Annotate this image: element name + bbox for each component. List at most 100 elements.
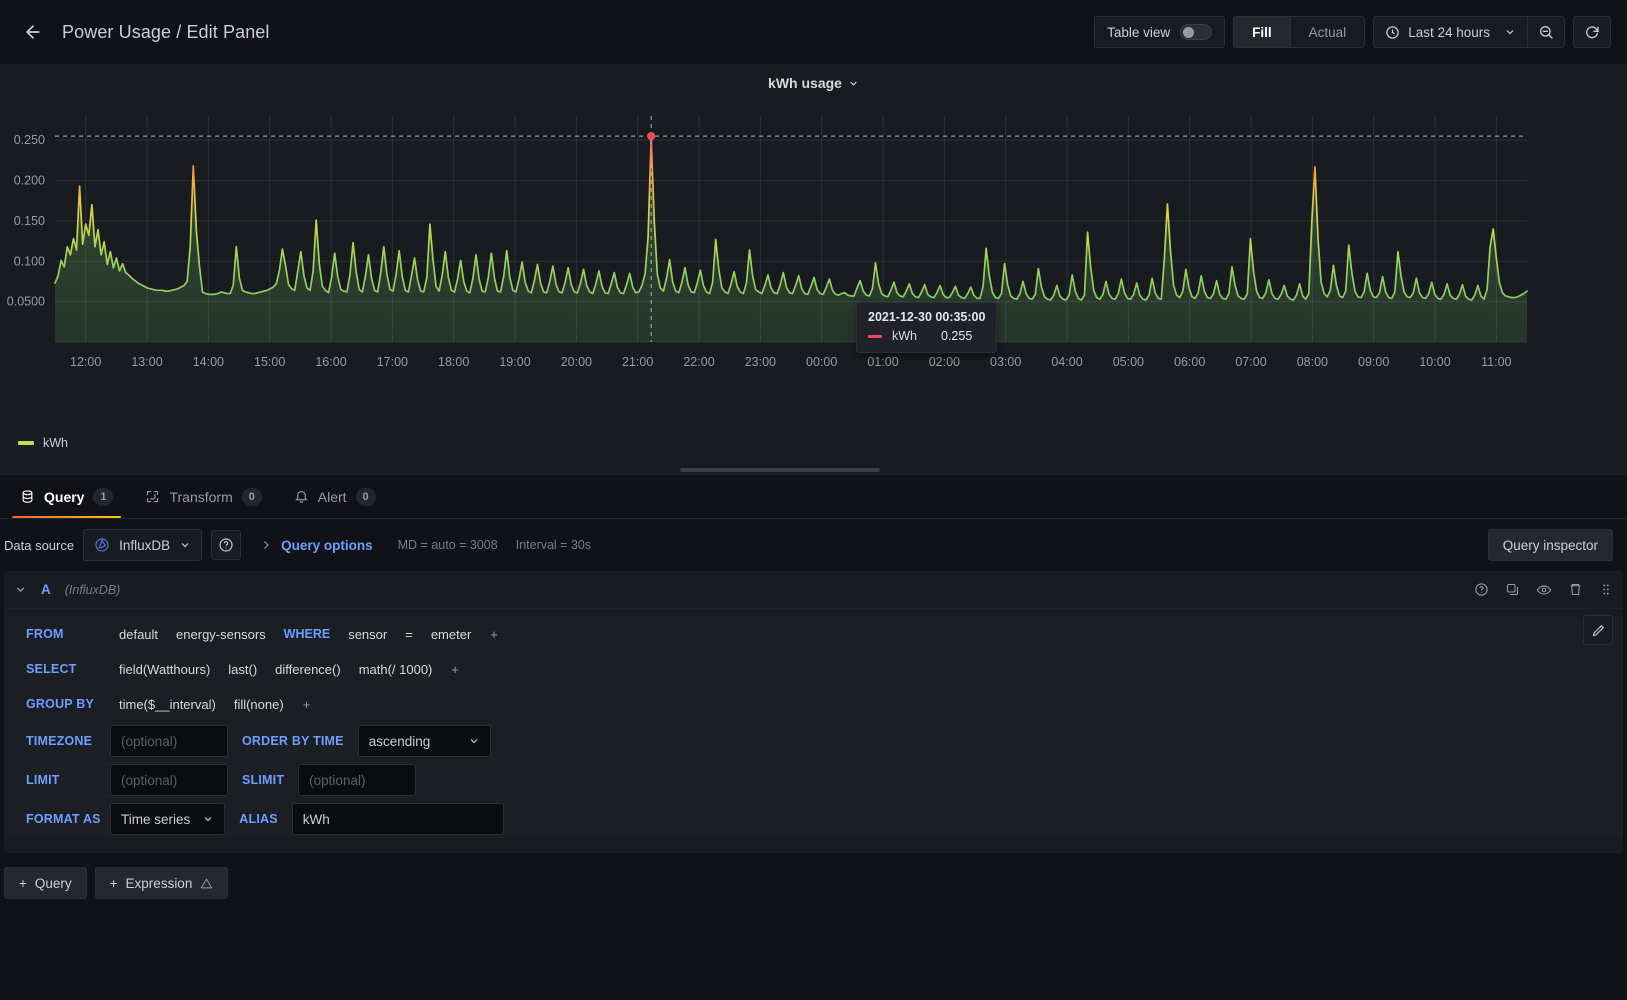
svg-text:08:00: 08:00 bbox=[1297, 355, 1328, 369]
svg-text:10:00: 10:00 bbox=[1419, 355, 1450, 369]
trash-icon[interactable] bbox=[1568, 582, 1583, 597]
timezone-input[interactable] bbox=[110, 725, 228, 757]
order-by-time-label: ORDER BY TIME bbox=[242, 734, 344, 748]
select-difference[interactable]: difference() bbox=[266, 653, 350, 685]
svg-text:03:00: 03:00 bbox=[990, 355, 1021, 369]
select-add-button[interactable]: + bbox=[441, 653, 469, 685]
query-editor-a: A (InfluxDB) FROM default energy-sensors… bbox=[4, 571, 1623, 853]
group-by-fill[interactable]: fill(none) bbox=[225, 688, 293, 720]
chevron-right-icon bbox=[264, 541, 269, 549]
svg-text:0.100: 0.100 bbox=[14, 254, 45, 268]
legend-series-label[interactable]: kWh bbox=[43, 436, 68, 450]
query-letter[interactable]: A bbox=[41, 582, 51, 597]
svg-text:15:00: 15:00 bbox=[254, 355, 285, 369]
chevron-down-icon[interactable] bbox=[14, 583, 27, 596]
add-expression-button[interactable]: + Expression bbox=[94, 867, 229, 899]
zoom-out-button[interactable] bbox=[1528, 17, 1564, 47]
query-header-actions bbox=[1474, 582, 1613, 598]
visualization-panel: kWh usage 0.250 0.200 0.150 0.100 0.0500 12:0… bbox=[0, 64, 1627, 475]
query-options-summary: MD = auto = 3008 Interval = 30s bbox=[398, 538, 591, 552]
datasource-row: Data source InfluxDB Query options MD = … bbox=[0, 519, 1627, 571]
format-as-select[interactable]: Time series bbox=[110, 803, 226, 835]
table-view-switch[interactable] bbox=[1180, 24, 1213, 40]
timeseries-chart[interactable]: 0.250 0.200 0.150 0.100 0.0500 12:00 13:00 14:0… bbox=[0, 102, 1627, 432]
arrow-left-icon bbox=[26, 25, 40, 39]
alias-input[interactable] bbox=[291, 803, 504, 835]
svg-text:04:00: 04:00 bbox=[1051, 355, 1082, 369]
edit-panel-page: Power Usage / Edit Panel Table view Fill… bbox=[0, 0, 1627, 1000]
group-by-segments: time($__interval) fill(none) + bbox=[110, 688, 1623, 720]
where-tag-value[interactable]: emeter bbox=[422, 618, 480, 650]
transform-icon bbox=[147, 490, 159, 503]
fill-option[interactable]: Fill bbox=[1234, 17, 1291, 47]
switch-knob bbox=[1183, 26, 1195, 38]
back-button[interactable] bbox=[16, 15, 50, 49]
where-add-button[interactable]: + bbox=[480, 618, 508, 650]
svg-text:21:00: 21:00 bbox=[622, 355, 653, 369]
time-range-picker[interactable]: Last 24 hours bbox=[1374, 17, 1528, 47]
limit-input[interactable] bbox=[110, 764, 228, 796]
order-by-time-select[interactable]: ascending bbox=[357, 725, 491, 757]
timezone-label: TIMEZONE bbox=[26, 734, 93, 748]
query-row-from: FROM default energy-sensors WHERE sensor… bbox=[4, 617, 1623, 651]
panel-title: kWh usage bbox=[768, 75, 842, 91]
zoom-out-icon bbox=[1540, 26, 1553, 39]
slimit-label: SLIMIT bbox=[242, 773, 285, 787]
slimit-input[interactable] bbox=[298, 764, 417, 796]
editor-tabs: Query 1 Transform 0 Alert 0 bbox=[0, 475, 1627, 519]
clock-icon bbox=[1386, 25, 1399, 39]
select-segments: field(Watthours) last() difference() mat… bbox=[110, 653, 1623, 685]
legend-color-swatch[interactable] bbox=[18, 441, 34, 445]
interval-text: Interval = 30s bbox=[515, 538, 592, 552]
add-query-button[interactable]: + Query bbox=[4, 867, 87, 899]
select-last[interactable]: last() bbox=[219, 653, 266, 685]
datasource-picker[interactable]: InfluxDB bbox=[83, 529, 203, 561]
chevron-down-icon bbox=[1506, 30, 1514, 35]
svg-text:17:00: 17:00 bbox=[377, 355, 408, 369]
tab-transform-badge: 0 bbox=[241, 487, 262, 506]
query-options-toggle[interactable]: Query options bbox=[260, 538, 373, 553]
tab-alert[interactable]: Alert 0 bbox=[278, 475, 392, 518]
from-measurement[interactable]: energy-sensors bbox=[167, 618, 275, 650]
where-operator[interactable]: = bbox=[396, 618, 422, 650]
format-segments: Time series ALIAS bbox=[110, 803, 1623, 835]
svg-text:11:00: 11:00 bbox=[1481, 355, 1511, 369]
eye-icon[interactable] bbox=[1536, 582, 1552, 598]
query-header: A (InfluxDB) bbox=[4, 571, 1623, 609]
warning-triangle-icon bbox=[201, 878, 213, 888]
time-range-label: Last 24 hours bbox=[1408, 24, 1490, 40]
table-view-toggle-group[interactable]: Table view bbox=[1094, 16, 1226, 48]
select-label: SELECT bbox=[26, 662, 77, 676]
duplicate-icon[interactable] bbox=[1505, 582, 1520, 597]
top-toolbar: Power Usage / Edit Panel Table view Fill… bbox=[0, 0, 1627, 64]
help-circle-icon[interactable] bbox=[1474, 582, 1489, 597]
chart-area[interactable]: 0.250 0.200 0.150 0.100 0.0500 12:00 13:00 14:0… bbox=[0, 102, 1627, 474]
datasource-help-button[interactable] bbox=[211, 530, 242, 560]
query-inspector-button[interactable]: Query inspector bbox=[1487, 529, 1613, 561]
influxdb-icon bbox=[95, 538, 109, 552]
database-icon bbox=[22, 490, 33, 503]
svg-text:09:00: 09:00 bbox=[1358, 355, 1389, 369]
svg-text:0.200: 0.200 bbox=[14, 174, 45, 188]
where-tag-key[interactable]: sensor bbox=[339, 618, 396, 650]
from-policy[interactable]: default bbox=[110, 618, 167, 650]
limit-segments: SLIMIT bbox=[110, 764, 1623, 796]
svg-text:07:00: 07:00 bbox=[1235, 355, 1266, 369]
from-label: FROM bbox=[26, 627, 64, 641]
svg-text:06:00: 06:00 bbox=[1174, 355, 1205, 369]
query-footer: + Query + Expression bbox=[0, 853, 1627, 899]
panel-horizontal-scrollbar[interactable] bbox=[680, 468, 880, 472]
actual-option[interactable]: Actual bbox=[1291, 17, 1365, 47]
drag-handle-icon[interactable] bbox=[1599, 582, 1613, 597]
tab-transform[interactable]: Transform 0 bbox=[129, 475, 277, 518]
tab-query[interactable]: Query 1 bbox=[4, 475, 129, 518]
select-field[interactable]: field(Watthours) bbox=[110, 653, 219, 685]
toggle-text-edit-mode-button[interactable] bbox=[1583, 615, 1613, 645]
svg-text:14:00: 14:00 bbox=[193, 355, 224, 369]
group-by-time[interactable]: time($__interval) bbox=[110, 688, 225, 720]
select-math[interactable]: math(/ 1000) bbox=[350, 653, 442, 685]
group-by-add-button[interactable]: + bbox=[293, 688, 321, 720]
refresh-button[interactable] bbox=[1574, 17, 1610, 47]
alias-label: ALIAS bbox=[239, 812, 278, 826]
panel-title-menu[interactable]: kWh usage bbox=[0, 64, 1627, 102]
